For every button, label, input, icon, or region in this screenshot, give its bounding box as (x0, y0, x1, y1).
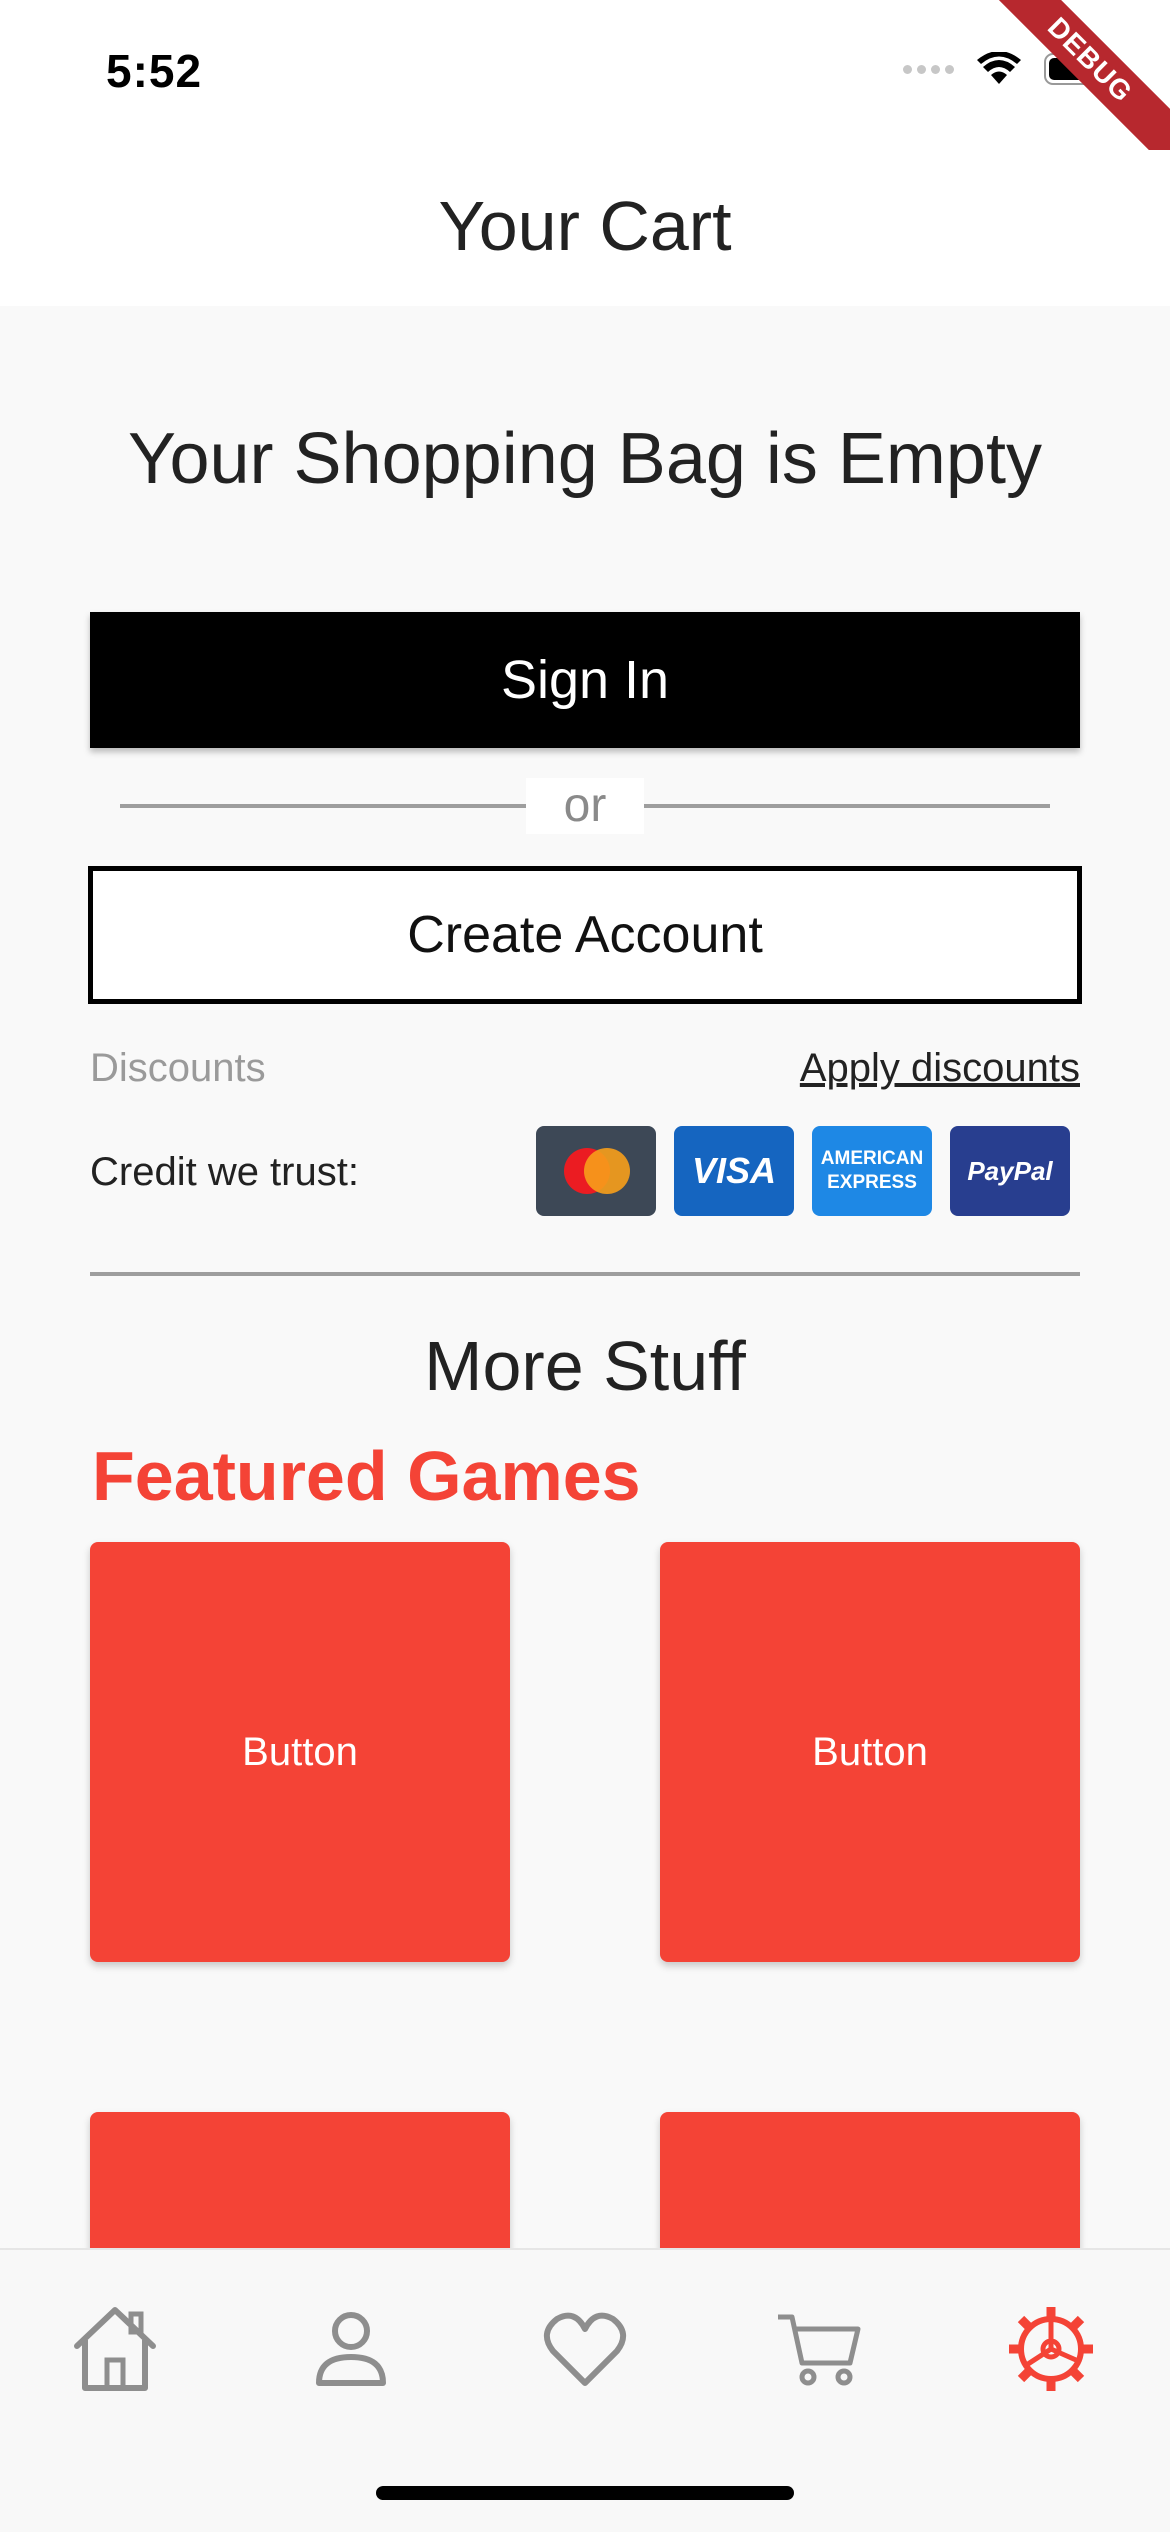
heart-icon (544, 2312, 626, 2386)
featured-game-button[interactable]: Button (660, 1542, 1080, 1962)
mastercard-icon (536, 1126, 656, 1216)
paypal-icon: PayPal (950, 1126, 1070, 1216)
tab-favorites[interactable] (530, 2294, 640, 2404)
or-label: or (526, 778, 644, 834)
page-title: Your Cart (438, 187, 732, 265)
status-bar: 5:52 DEBUG (0, 0, 1170, 182)
or-divider: or (120, 778, 1050, 834)
wifi-icon (977, 52, 1021, 84)
sign-in-button[interactable]: Sign In (90, 612, 1080, 748)
payment-cards: VISA AMERICAN EXPRESS PayPal (536, 1126, 1070, 1216)
visa-icon: VISA (674, 1126, 794, 1216)
home-icon (74, 2307, 156, 2391)
featured-games-title: Featured Games (92, 1437, 641, 1515)
tab-profile[interactable] (296, 2294, 406, 2404)
app-bar: Your Cart (0, 150, 1170, 306)
gear-icon (1009, 2307, 1093, 2391)
tab-home[interactable] (60, 2294, 170, 2404)
amex-label-line2: EXPRESS (827, 1172, 917, 1193)
more-stuff-title: More Stuff (424, 1327, 746, 1405)
create-account-button[interactable]: Create Account (88, 866, 1082, 1004)
featured-game-button[interactable] (660, 2112, 1080, 2252)
apply-discounts-link[interactable]: Apply discounts (800, 1046, 1080, 1091)
tab-cart[interactable] (764, 2294, 874, 2404)
tab-settings[interactable] (996, 2294, 1106, 2404)
discounts-label: Discounts (90, 1046, 266, 1090)
divider-line-right (644, 804, 1050, 808)
amex-icon: AMERICAN EXPRESS (812, 1126, 932, 1216)
empty-cart-message: Your Shopping Bag is Empty (128, 419, 1042, 499)
featured-game-button[interactable] (90, 2112, 510, 2252)
credit-label: Credit we trust: (90, 1150, 359, 1194)
person-icon (316, 2312, 386, 2386)
divider-line-left (120, 804, 526, 808)
featured-game-button[interactable]: Button (90, 1542, 510, 1962)
status-time: 5:52 (106, 45, 203, 97)
amex-label-line1: AMERICAN (820, 1148, 924, 1169)
signal-icon (903, 64, 954, 74)
cart-icon (778, 2314, 861, 2386)
home-indicator (376, 2486, 794, 2500)
section-divider (90, 1272, 1080, 1276)
